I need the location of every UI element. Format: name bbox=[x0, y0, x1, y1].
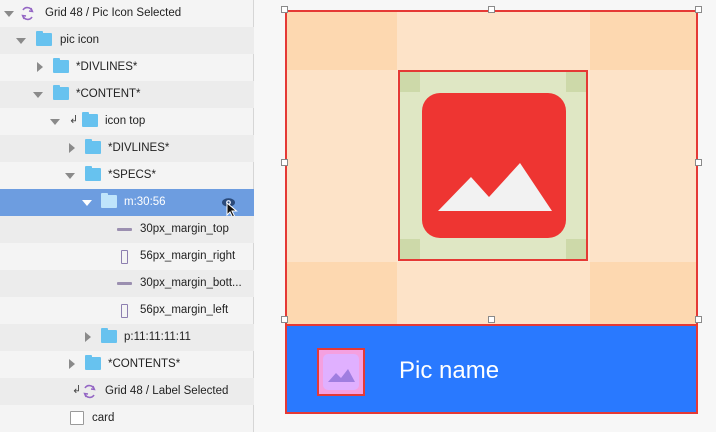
layer-row-divlines-nested[interactable]: *DIVLINES* bbox=[0, 135, 254, 162]
layer-row-specs[interactable]: *SPECS* bbox=[0, 162, 254, 189]
resize-handle-left[interactable] bbox=[281, 159, 288, 166]
vertical-rectangle-icon bbox=[121, 250, 128, 264]
layer-label: card bbox=[92, 412, 115, 424]
vertical-rectangle-icon bbox=[121, 304, 128, 318]
margin-right-band bbox=[590, 70, 696, 262]
margin-cell-top-left bbox=[287, 12, 397, 70]
margin-cell-bottom-right bbox=[590, 262, 696, 324]
disclosure-triangle-icon[interactable] bbox=[82, 200, 92, 206]
layer-row-grid48-label-selected[interactable]: ↲ Grid 48 / Label Selected bbox=[0, 378, 254, 405]
layer-row-margin-bottom[interactable]: 30px_margin_bott... bbox=[0, 270, 254, 297]
disclosure-triangle-icon[interactable] bbox=[33, 92, 43, 98]
clipping-mask-arrow-icon: ↲ bbox=[69, 114, 79, 126]
layer-label: Grid 48 / Label Selected bbox=[105, 385, 229, 397]
icon-padding-frame[interactable] bbox=[398, 70, 588, 261]
resize-handle-bottom[interactable] bbox=[488, 316, 495, 323]
layer-label: 30px_margin_bott... bbox=[140, 277, 242, 289]
folder-icon bbox=[101, 193, 117, 208]
disclosure-triangle-icon[interactable] bbox=[4, 11, 14, 17]
resize-handle-bottom-right[interactable] bbox=[695, 316, 702, 323]
clipping-mask-arrow-icon: ↲ bbox=[72, 384, 82, 396]
layer-row-pic-icon[interactable]: pic icon bbox=[0, 27, 254, 54]
padding-corner bbox=[400, 239, 420, 259]
folder-icon bbox=[101, 328, 117, 343]
layer-row-contents[interactable]: *CONTENTS* bbox=[0, 351, 254, 378]
resize-handle-top-left[interactable] bbox=[281, 6, 288, 13]
symbol-instance-icon bbox=[82, 384, 97, 399]
layer-label: *DIVLINES* bbox=[108, 142, 170, 154]
resize-handle-bottom-left[interactable] bbox=[281, 316, 288, 323]
layer-row-divlines[interactable]: *DIVLINES* bbox=[0, 54, 254, 81]
horizontal-line-icon bbox=[117, 282, 132, 285]
disclosure-triangle-icon[interactable] bbox=[16, 38, 26, 44]
layer-label: *CONTENTS* bbox=[108, 358, 181, 370]
margin-cell-bottom-left bbox=[287, 262, 397, 324]
mini-icon-frame[interactable] bbox=[317, 348, 365, 396]
margin-top-band bbox=[397, 12, 590, 70]
layer-row-grid48-pic-icon-selected[interactable]: Grid 48 / Pic Icon Selected bbox=[0, 0, 254, 27]
disclosure-triangle-icon[interactable] bbox=[50, 119, 60, 125]
layer-label: *DIVLINES* bbox=[76, 61, 138, 73]
folder-icon bbox=[53, 58, 69, 73]
margin-bottom-band bbox=[397, 262, 590, 324]
layer-row-padding-spec[interactable]: p:11:11:11:11 bbox=[0, 324, 254, 351]
disclosure-triangle-icon[interactable] bbox=[69, 143, 75, 153]
disclosure-triangle-icon[interactable] bbox=[37, 62, 43, 72]
disclosure-triangle-icon[interactable] bbox=[65, 173, 75, 179]
layer-label: 56px_margin_right bbox=[140, 250, 236, 262]
artboard[interactable]: Pic name bbox=[285, 10, 698, 414]
disclosure-triangle-icon[interactable] bbox=[85, 332, 91, 342]
resize-handle-top-right[interactable] bbox=[695, 6, 702, 13]
layer-label: m:30:56 bbox=[124, 196, 166, 208]
design-canvas[interactable]: Pic name bbox=[255, 0, 716, 432]
layer-row-content[interactable]: *CONTENT* bbox=[0, 81, 254, 108]
folder-icon bbox=[85, 355, 101, 370]
layer-row-card[interactable]: card bbox=[0, 405, 254, 432]
margin-left-band bbox=[287, 70, 397, 262]
folder-icon bbox=[36, 31, 52, 46]
layer-label: pic icon bbox=[60, 34, 99, 46]
folder-icon bbox=[85, 166, 101, 181]
resize-handle-top[interactable] bbox=[488, 6, 495, 13]
layer-label: 30px_margin_top bbox=[140, 223, 229, 235]
disclosure-triangle-icon[interactable] bbox=[69, 359, 75, 369]
horizontal-line-icon bbox=[117, 228, 132, 231]
layer-panel: Grid 48 / Pic Icon Selected pic icon *DI… bbox=[0, 0, 254, 432]
label-bar[interactable]: Pic name bbox=[287, 324, 696, 412]
folder-icon bbox=[53, 85, 69, 100]
layer-row-icon-top[interactable]: ↲ icon top bbox=[0, 108, 254, 135]
resize-handle-right[interactable] bbox=[695, 159, 702, 166]
small-image-icon bbox=[323, 354, 359, 390]
layer-label: *SPECS* bbox=[108, 169, 156, 181]
layer-row-margin-top[interactable]: 30px_margin_top bbox=[0, 216, 254, 243]
padding-corner bbox=[566, 239, 586, 259]
padding-corner bbox=[566, 72, 586, 92]
symbol-instance-icon bbox=[20, 6, 35, 21]
folder-icon bbox=[85, 139, 101, 154]
rectangle-shape-icon bbox=[70, 411, 84, 425]
pic-name-label: Pic name bbox=[399, 357, 500, 384]
layer-row-margin-right[interactable]: 56px_margin_right bbox=[0, 243, 254, 270]
layer-row-margin-left[interactable]: 56px_margin_left bbox=[0, 297, 254, 324]
image-icon[interactable] bbox=[422, 93, 566, 238]
layer-label: 56px_margin_left bbox=[140, 304, 229, 316]
layer-label: Grid 48 / Pic Icon Selected bbox=[45, 7, 182, 19]
margin-cell-top-right bbox=[590, 12, 696, 70]
layer-label: *CONTENT* bbox=[76, 88, 141, 100]
layer-label: p:11:11:11:11 bbox=[124, 331, 191, 343]
layer-label: icon top bbox=[105, 115, 146, 127]
layer-row-margin-spec-selected[interactable]: m:30:56 bbox=[0, 189, 254, 218]
folder-icon bbox=[82, 112, 98, 127]
padding-corner bbox=[400, 72, 420, 92]
